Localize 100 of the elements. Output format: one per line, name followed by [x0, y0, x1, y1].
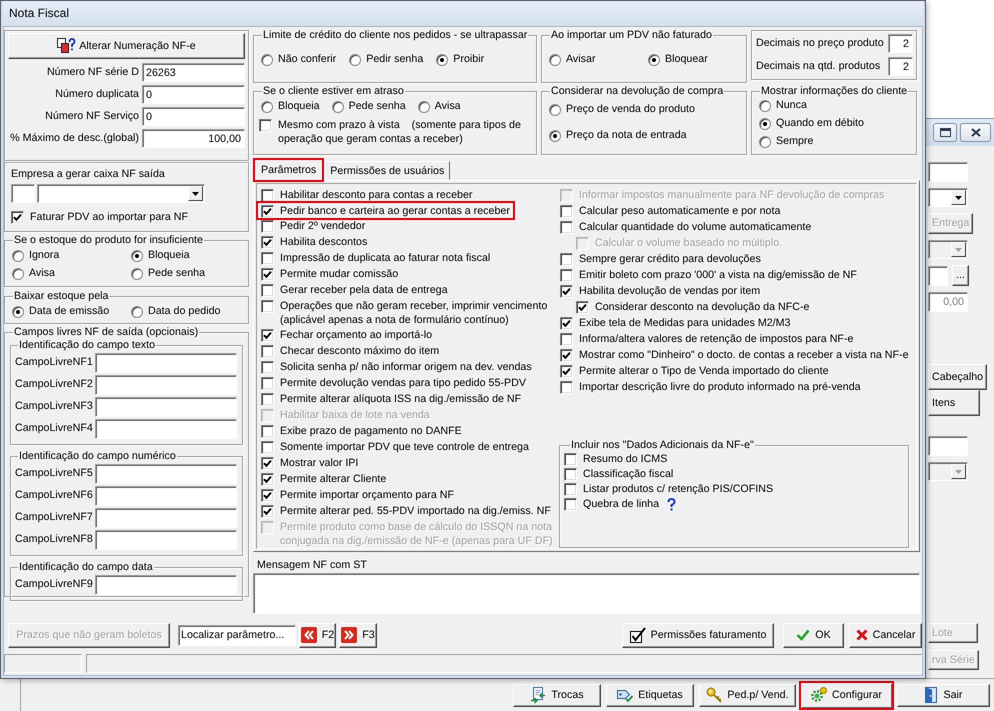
search-field[interactable]: Localizar parâmetro... [178, 624, 296, 646]
checkbox-option[interactable]: Solicita senha p/ não informar origem na dev. vendas [261, 359, 532, 375]
radio-option[interactable]: Avisa [418, 100, 461, 113]
panel-button[interactable]: Itens [928, 390, 980, 416]
checkbox[interactable] [11, 211, 24, 224]
radio-button[interactable] [12, 306, 24, 318]
checkbox[interactable] [261, 505, 274, 518]
checkbox-option[interactable]: Exibe prazo de pagamento no DANFE [261, 423, 462, 439]
toolbar-button[interactable]: Sair [897, 684, 990, 706]
radio-button[interactable] [131, 306, 143, 318]
dropdown[interactable] [37, 184, 205, 204]
radio-button[interactable] [549, 130, 561, 142]
checkbox[interactable] [560, 253, 573, 266]
checkbox[interactable] [261, 236, 274, 249]
checkbox[interactable] [564, 483, 577, 496]
checkbox-option[interactable]: Faturar PDV ao importar para NF [11, 209, 188, 226]
checkbox[interactable] [560, 317, 573, 330]
radio-button[interactable] [261, 54, 273, 66]
checkbox-option[interactable]: Checar desconto máximo do item [261, 343, 440, 359]
radio-option[interactable]: Nunca [759, 99, 807, 112]
checkbox-option[interactable]: Permite alterar alíquota ISS na dig./emissão de NF [261, 391, 522, 407]
toolbar-button[interactable]: Ped.p/ Vend. [699, 684, 796, 706]
checkbox[interactable] [560, 333, 573, 346]
checkbox-option[interactable]: Quebra de linha [564, 497, 660, 512]
text-field[interactable] [95, 375, 237, 395]
checkbox[interactable] [560, 269, 573, 282]
footer-button[interactable]: Permissões faturamento [622, 622, 774, 648]
toolbar-button[interactable]: Configurar [799, 680, 894, 710]
radio-option[interactable]: Data do pedido [131, 305, 243, 318]
checkbox-option[interactable]: Permite alterar Cliente [261, 471, 386, 487]
radio-option[interactable]: Preço de venda do produto [549, 103, 695, 116]
radio-option[interactable]: Bloquear [648, 53, 741, 66]
checkbox[interactable] [261, 205, 274, 218]
radio-button[interactable] [131, 250, 143, 262]
checkbox-option[interactable]: Habilita devolução de vendas por item [560, 283, 760, 299]
tab[interactable]: Parâmetros [253, 158, 324, 182]
checkbox-option[interactable]: Calcular quantidade do volume automaticamente [560, 219, 812, 235]
footer-button[interactable]: OK [783, 622, 844, 648]
radio-button[interactable] [261, 100, 273, 112]
checkbox[interactable] [261, 189, 274, 202]
checkbox[interactable] [560, 381, 573, 394]
radio-button[interactable] [759, 136, 771, 148]
close-button[interactable] [960, 123, 991, 142]
checkbox-option[interactable]: Pedir 2º vendedor [261, 218, 366, 234]
checkbox-option[interactable]: Resumo do ICMS [564, 452, 668, 467]
footer-button[interactable]: F3 [339, 622, 377, 648]
checkbox[interactable] [261, 489, 274, 502]
checkbox-option[interactable]: Importar descrição livre do produto informado na pré-venda [560, 379, 861, 395]
checkbox[interactable] [564, 453, 577, 466]
checkbox-option[interactable]: Informa/altera valores de retenção de impostos para NF-e [560, 331, 854, 347]
message-field[interactable] [253, 573, 920, 614]
checkbox-option[interactable]: Operações que não geram receber, imprimir vencimento (aplicável apenas a nota de formulário contínuo) [261, 298, 560, 327]
radio-option[interactable]: Proibir [436, 53, 484, 66]
checkbox-option[interactable]: Impressão de duplicata ao faturar nota fiscal [261, 250, 490, 266]
checkbox-option[interactable]: Habilita descontos [261, 234, 368, 250]
text-field[interactable]: 100,00 [142, 129, 245, 148]
checkbox-option[interactable]: Emitir boleto com prazo '000' a vista na dig/emissão de NF [560, 267, 857, 283]
checkbox-option[interactable]: Mesmo com prazo à vista (somente para tipos de operação que geram contas a receber) [259, 117, 531, 146]
radio-button[interactable] [436, 54, 448, 66]
text-field[interactable] [95, 464, 237, 484]
text-field[interactable] [95, 530, 237, 550]
checkbox-option[interactable]: Sempre gerar crédito para devoluções [560, 251, 761, 267]
text-field[interactable] [95, 353, 237, 373]
text-field[interactable] [95, 486, 237, 506]
toolbar-button[interactable]: Trocas [513, 684, 601, 706]
checkbox-option[interactable]: Gerar receber pela data de entrega [261, 282, 448, 298]
checkbox-option[interactable]: Permite alterar o Tipo de Venda importado do cliente [560, 363, 829, 379]
radio-option[interactable]: Pedir senha [349, 53, 424, 66]
checkbox-option[interactable]: Calcular peso automaticamente e por nota [560, 203, 780, 219]
radio-button[interactable] [549, 54, 561, 66]
checkbox-option[interactable]: Permite importar orçamento para NF [261, 487, 454, 503]
text-field[interactable] [95, 575, 237, 595]
radio-button[interactable] [332, 100, 344, 112]
footer-button[interactable]: Cancelar [849, 622, 922, 648]
checkbox[interactable] [261, 329, 274, 342]
checkbox[interactable] [261, 268, 274, 281]
text-field[interactable]: 0 [142, 107, 245, 126]
radio-button[interactable] [12, 268, 24, 280]
text-field[interactable] [928, 436, 968, 456]
checkbox-option[interactable]: Permite devolução vendas para tipo pedido 55-PDV [261, 375, 526, 391]
checkbox-option[interactable]: Classificação fiscal [564, 467, 674, 482]
checkbox-option[interactable]: Pedir banco e carteira ao gerar contas a receber [256, 201, 515, 220]
radio-button[interactable] [131, 268, 143, 280]
checkbox[interactable] [576, 301, 589, 314]
radio-option[interactable]: Não conferir [261, 53, 336, 66]
maximize-button[interactable] [933, 123, 957, 142]
checkbox-option[interactable]: Mostrar como "Dinheiro" o docto. de contas a receber a vista na NF-e [560, 347, 909, 363]
checkbox[interactable] [261, 345, 274, 358]
radio-option[interactable]: Pede senha [131, 267, 243, 280]
text-field[interactable]: 26263 [142, 63, 245, 82]
radio-button[interactable] [648, 54, 660, 66]
radio-button[interactable] [759, 100, 771, 112]
checkbox-option[interactable]: Considerar desconto na devolução da NFC-e [576, 299, 810, 315]
radio-option[interactable]: Avisa [12, 267, 131, 280]
checkbox[interactable] [560, 365, 573, 378]
checkbox-option[interactable]: Exibe tela de Medidas para unidades M2/M3 [560, 315, 791, 331]
checkbox[interactable] [261, 473, 274, 486]
checkbox[interactable] [560, 221, 573, 234]
radio-option[interactable]: Preço da nota de entrada [549, 129, 687, 142]
checkbox[interactable] [261, 252, 274, 265]
